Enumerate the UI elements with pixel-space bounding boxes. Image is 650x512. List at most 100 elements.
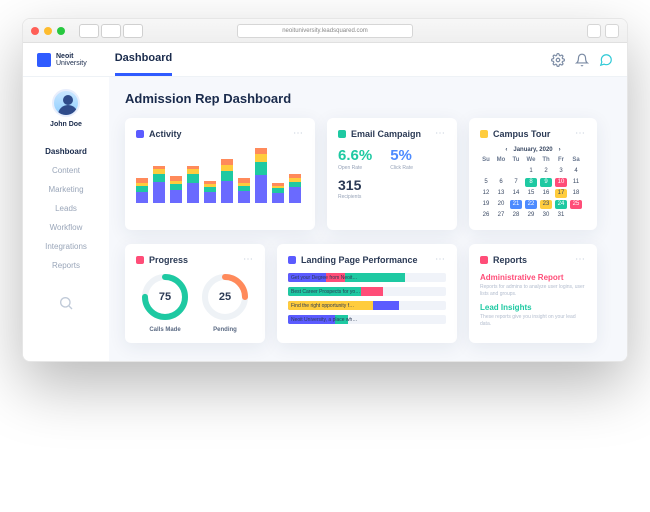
logo-icon	[37, 53, 51, 67]
bell-icon[interactable]	[575, 53, 589, 67]
cal-day[interactable]: 8	[525, 178, 537, 187]
cal-day[interactable]: 3	[555, 167, 567, 176]
sidebar-item-reports[interactable]: Reports	[23, 256, 109, 275]
sidebar-item-dashboard[interactable]: Dashboard	[23, 142, 109, 161]
cal-day[interactable]: 11	[570, 178, 582, 187]
card-activity: Activity ⋯	[125, 118, 315, 230]
cal-day[interactable]: 10	[555, 178, 567, 187]
app-header: Neoit University Dashboard	[23, 43, 627, 77]
sidebar-item-workflow[interactable]: Workflow	[23, 218, 109, 237]
cal-day[interactable]: 24	[555, 200, 567, 209]
back-button[interactable]	[79, 24, 99, 38]
cal-day[interactable]: 26	[480, 211, 492, 220]
cal-day[interactable]: 29	[525, 211, 537, 220]
forward-button[interactable]	[101, 24, 121, 38]
avatar[interactable]	[52, 89, 80, 117]
card-progress: Progress ⋯ 7525 Calls Made Pending	[125, 244, 265, 343]
click-rate-label: Click Rate	[390, 165, 413, 171]
cal-day[interactable]: 14	[510, 189, 522, 198]
more-icon[interactable]: ⋯	[575, 254, 586, 265]
user-name: John Doe	[50, 121, 82, 128]
landing-bar-label: Best Career Prospects for yo…	[291, 287, 360, 296]
report-desc: These reports give you insight on your l…	[480, 314, 586, 327]
more-icon[interactable]: ⋯	[435, 128, 446, 139]
cal-day[interactable]: 30	[540, 211, 552, 220]
bar	[289, 174, 301, 203]
progress-ring: 25	[201, 273, 249, 321]
cal-day[interactable]: 13	[495, 189, 507, 198]
sidebar: John Doe DashboardContentMarketingLeadsW…	[23, 77, 109, 361]
gear-icon[interactable]	[551, 53, 565, 67]
card-title: Progress	[149, 255, 188, 265]
more-icon[interactable]: ⋯	[243, 254, 254, 265]
cal-day[interactable]: 31	[555, 211, 567, 220]
landing-bar: Get your Degree from Neoit…	[288, 273, 446, 282]
report-title[interactable]: Lead Insights	[480, 303, 586, 312]
brand-logo[interactable]: Neoit University	[37, 53, 87, 67]
brand-name: Neoit	[56, 53, 87, 60]
calls-label: Calls Made	[141, 327, 189, 333]
cal-day[interactable]: 16	[540, 189, 552, 198]
cal-next[interactable]: ›	[559, 147, 561, 153]
cal-day[interactable]: 1	[525, 167, 537, 176]
tabs-icon[interactable]	[605, 24, 619, 38]
sidebar-toggle-button[interactable]	[123, 24, 143, 38]
cal-day[interactable]: 21	[510, 200, 522, 209]
bar	[255, 148, 267, 203]
cal-day[interactable]: 18	[570, 189, 582, 198]
tab-dashboard[interactable]: Dashboard	[115, 43, 172, 76]
cal-day[interactable]: 20	[495, 200, 507, 209]
cal-day[interactable]: 19	[480, 200, 492, 209]
cal-day[interactable]: 2	[540, 167, 552, 176]
cal-day[interactable]: 25	[570, 200, 582, 209]
cal-dow: Mo	[495, 156, 507, 165]
bar	[221, 159, 233, 203]
minimize-icon[interactable]	[44, 27, 52, 35]
url-bar[interactable]: neoituniversity.leadsquared.com	[237, 24, 413, 38]
cal-day[interactable]: 17	[555, 189, 567, 198]
maximize-icon[interactable]	[57, 27, 65, 35]
cal-day[interactable]: 28	[510, 211, 522, 220]
cal-day[interactable]: 12	[480, 189, 492, 198]
help-icon[interactable]	[599, 53, 613, 67]
cal-day[interactable]: 6	[495, 178, 507, 187]
report-desc: Reports for admins to analyze user login…	[480, 284, 586, 297]
cal-day[interactable]: 15	[525, 189, 537, 198]
cal-dow: Su	[480, 156, 492, 165]
bar	[170, 176, 182, 203]
more-icon[interactable]: ⋯	[293, 128, 304, 139]
sidebar-item-content[interactable]: Content	[23, 161, 109, 180]
open-rate-value: 6.6%	[338, 147, 372, 164]
cal-day[interactable]: 9	[540, 178, 552, 187]
cal-dow: Tu	[510, 156, 522, 165]
share-icon[interactable]	[587, 24, 601, 38]
cal-day	[480, 167, 492, 176]
close-icon[interactable]	[31, 27, 39, 35]
window-controls[interactable]	[31, 27, 65, 35]
cal-day[interactable]: 22	[525, 200, 537, 209]
sidebar-item-marketing[interactable]: Marketing	[23, 180, 109, 199]
progress-rings: 7525	[136, 273, 254, 321]
search-icon[interactable]	[58, 295, 74, 311]
cal-day[interactable]: 5	[480, 178, 492, 187]
sidebar-item-leads[interactable]: Leads	[23, 199, 109, 218]
square-icon	[480, 256, 488, 264]
more-icon[interactable]: ⋯	[435, 254, 446, 265]
cal-prev[interactable]: ‹	[505, 147, 507, 153]
landing-bar: Neoit University, a place wh…	[288, 315, 446, 324]
cal-dow: Sa	[570, 156, 582, 165]
square-icon	[338, 130, 346, 138]
landing-bars: Get your Degree from Neoit… Best Career P…	[288, 273, 446, 324]
cal-day[interactable]: 4	[570, 167, 582, 176]
landing-bar: Best Career Prospects for yo…	[288, 287, 446, 296]
more-icon[interactable]: ⋯	[575, 128, 586, 139]
square-icon	[480, 130, 488, 138]
landing-bar-label: Find the right opportunity f…	[291, 301, 354, 310]
sidebar-item-integrations[interactable]: Integrations	[23, 237, 109, 256]
card-title: Activity	[149, 129, 182, 139]
cal-day[interactable]: 27	[495, 211, 507, 220]
cal-day[interactable]: 23	[540, 200, 552, 209]
calendar-grid: SuMoTuWeThFrSa12345678910111213141516171…	[480, 156, 586, 220]
cal-day[interactable]: 7	[510, 178, 522, 187]
report-title[interactable]: Administrative Report	[480, 273, 586, 282]
